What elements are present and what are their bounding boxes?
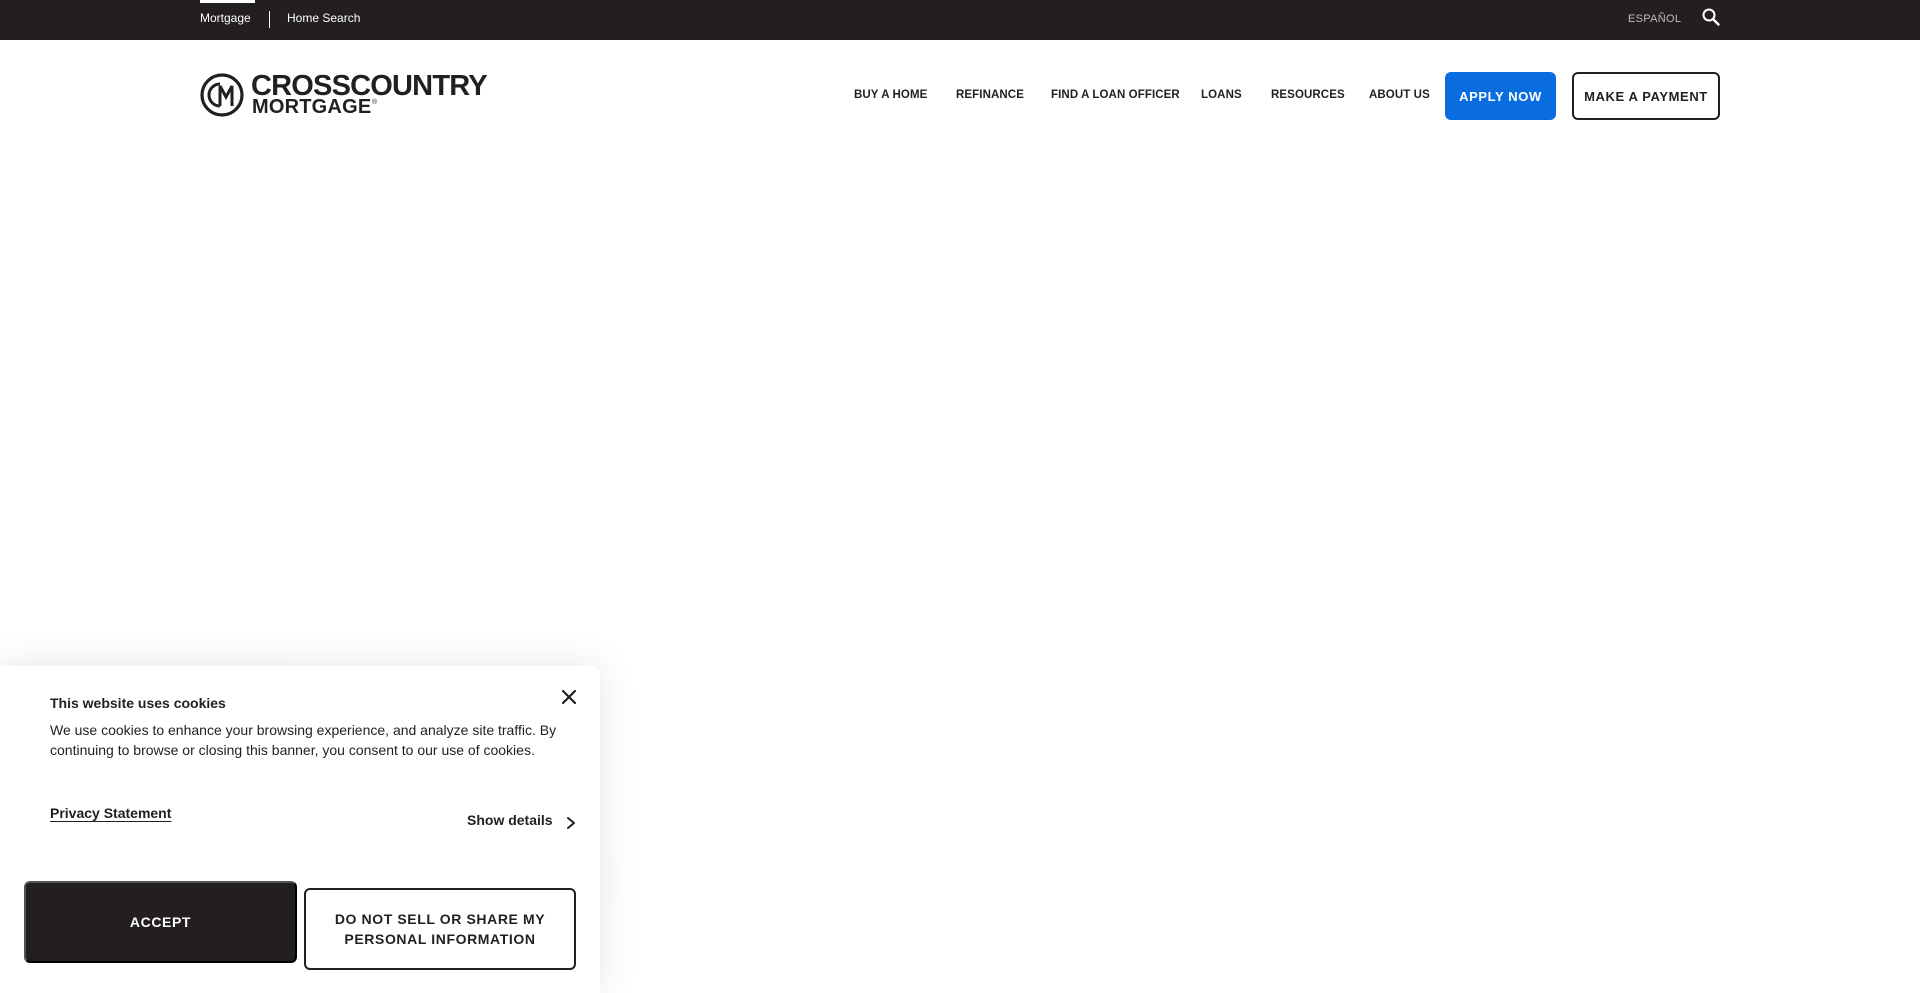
nav-about-us[interactable]: ABOUT US	[1369, 89, 1430, 101]
main-header: CROSSCOUNTRY MORTGAGE ® BUY A HOME REFIN…	[0, 40, 1920, 148]
active-tab-indicator	[200, 0, 255, 3]
tab-home-search[interactable]: Home Search	[287, 11, 360, 25]
language-link-espanol[interactable]: ESPAÑOL	[1628, 13, 1681, 25]
privacy-statement-link[interactable]: Privacy Statement	[50, 805, 171, 821]
chevron-right-icon[interactable]	[565, 816, 577, 830]
nav-resources[interactable]: RESOURCES	[1271, 89, 1345, 101]
make-a-payment-button[interactable]: MAKE A PAYMENT	[1572, 72, 1720, 120]
tab-divider	[269, 11, 270, 28]
cookie-banner-title: This website uses cookies	[50, 695, 226, 711]
nav-buy-a-home[interactable]: BUY A HOME	[854, 89, 927, 101]
cm-logo-mark-icon	[200, 73, 244, 117]
nav-refinance[interactable]: REFINANCE	[956, 89, 1024, 101]
cookie-banner: This website uses cookies We use cookies…	[0, 666, 600, 993]
cookie-banner-text: We use cookies to enhance your browsing …	[50, 722, 557, 758]
accept-cookies-button[interactable]: ACCEPT	[24, 881, 297, 963]
utility-bar: Mortgage Home Search ESPAÑOL	[0, 0, 1920, 40]
crosscountry-mortgage-logo[interactable]: CROSSCOUNTRY MORTGAGE ®	[200, 71, 490, 120]
nav-loans[interactable]: LOANS	[1201, 89, 1242, 101]
nav-find-a-loan-officer[interactable]: FIND A LOAN OFFICER	[1051, 89, 1180, 101]
do-not-sell-button[interactable]: DO NOT SELL OR SHARE MY PERSONAL INFORMA…	[304, 888, 576, 970]
close-icon[interactable]	[560, 688, 578, 706]
logo-wordmark-line2: MORTGAGE	[252, 96, 372, 118]
apply-now-button[interactable]: APPLY NOW	[1445, 72, 1556, 120]
tab-mortgage[interactable]: Mortgage	[200, 11, 251, 25]
registered-mark: ®	[372, 99, 378, 106]
show-details-link[interactable]: Show details	[467, 812, 553, 828]
search-icon[interactable]	[1701, 7, 1721, 27]
